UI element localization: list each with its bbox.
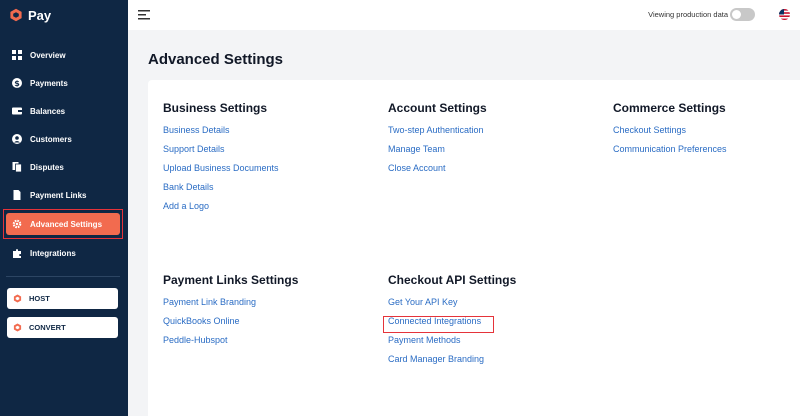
link-two-step-authentication[interactable]: Two-step Authentication bbox=[388, 125, 487, 144]
puzzle-icon bbox=[13, 249, 21, 258]
link-checkout-settings[interactable]: Checkout Settings bbox=[613, 125, 727, 144]
sidebar-item-label: Integrations bbox=[30, 248, 76, 258]
sidebar-item-payment-links[interactable]: Payment Links bbox=[6, 184, 120, 206]
link-bank-details[interactable]: Bank Details bbox=[163, 182, 279, 201]
link-card-manager-branding[interactable]: Card Manager Branding bbox=[388, 354, 516, 373]
hexagon-icon bbox=[13, 323, 22, 332]
section-account-settings: Account Settings Two-step Authentication… bbox=[388, 101, 487, 182]
app-logo[interactable]: Pay bbox=[9, 6, 51, 24]
logo-text: Pay bbox=[28, 7, 52, 23]
page-title: Advanced Settings bbox=[148, 51, 284, 68]
link-payment-methods[interactable]: Payment Methods bbox=[388, 335, 516, 354]
sidebar: Pay Overview $ Payments Balances Custome… bbox=[0, 0, 128, 416]
link-support-details[interactable]: Support Details bbox=[163, 144, 279, 163]
advanced-settings-highlight bbox=[3, 209, 123, 239]
hamburger-menu-icon[interactable] bbox=[138, 9, 150, 21]
link-communication-preferences[interactable]: Communication Preferences bbox=[613, 144, 727, 163]
sidebar-item-overview[interactable]: Overview bbox=[6, 44, 120, 66]
dollar-icon: $ bbox=[12, 78, 22, 88]
document-icon bbox=[13, 190, 21, 200]
sidebar-item-label: Overview bbox=[30, 50, 66, 60]
sidebar-item-label: Payments bbox=[30, 78, 68, 88]
svg-text:$: $ bbox=[14, 79, 20, 88]
sidebar-item-label: Balances bbox=[30, 106, 66, 116]
user-icon bbox=[12, 134, 22, 144]
section-title: Account Settings bbox=[388, 101, 487, 115]
link-payment-link-branding[interactable]: Payment Link Branding bbox=[163, 297, 298, 316]
sidebar-item-balances[interactable]: Balances bbox=[6, 100, 120, 122]
sidebar-item-label: Payment Links bbox=[30, 190, 87, 200]
top-bar: Viewing production data bbox=[128, 0, 800, 30]
section-title: Checkout API Settings bbox=[388, 273, 517, 287]
sidebar-item-customers[interactable]: Customers bbox=[6, 128, 120, 150]
sidebar-item-integrations[interactable]: Integrations bbox=[6, 242, 120, 264]
wallet-icon bbox=[12, 107, 22, 115]
production-data-toggle[interactable] bbox=[730, 8, 755, 21]
connected-integrations-highlight bbox=[383, 316, 494, 333]
documents-icon bbox=[12, 162, 22, 172]
sidebar-divider bbox=[6, 276, 120, 277]
section-title: Business Settings bbox=[163, 101, 268, 115]
sidebar-item-disputes[interactable]: Disputes bbox=[6, 156, 120, 178]
app-button-host[interactable]: HOST bbox=[7, 288, 118, 309]
app-button-label: HOST bbox=[29, 294, 50, 303]
app-button-convert[interactable]: CONVERT bbox=[7, 317, 118, 338]
link-peddle-hubspot[interactable]: Peddle-Hubspot bbox=[163, 335, 298, 354]
sidebar-item-payments[interactable]: $ Payments bbox=[6, 72, 120, 94]
us-flag-icon[interactable] bbox=[779, 9, 790, 20]
production-data-label: Viewing production data bbox=[648, 10, 728, 19]
app-button-label: CONVERT bbox=[29, 323, 66, 332]
link-get-your-api-key[interactable]: Get Your API Key bbox=[388, 297, 516, 316]
sidebar-item-label: Disputes bbox=[30, 162, 64, 172]
link-close-account[interactable]: Close Account bbox=[388, 163, 487, 182]
link-manage-team[interactable]: Manage Team bbox=[388, 144, 487, 163]
hexagon-logo-icon bbox=[10, 8, 22, 22]
section-title: Payment Links Settings bbox=[163, 273, 299, 287]
sidebar-item-label: Customers bbox=[30, 134, 72, 144]
link-business-details[interactable]: Business Details bbox=[163, 125, 279, 144]
section-business-settings: Business Settings Business Details Suppo… bbox=[163, 101, 279, 220]
grid-icon bbox=[12, 50, 22, 60]
section-payment-links-settings: Payment Links Settings Payment Link Bran… bbox=[163, 273, 298, 354]
link-upload-business-documents[interactable]: Upload Business Documents bbox=[163, 163, 279, 182]
section-commerce-settings: Commerce Settings Checkout Settings Comm… bbox=[613, 101, 727, 163]
hexagon-icon bbox=[13, 294, 22, 303]
link-quickbooks-online[interactable]: QuickBooks Online bbox=[163, 316, 298, 335]
link-add-a-logo[interactable]: Add a Logo bbox=[163, 201, 279, 220]
section-title: Commerce Settings bbox=[613, 101, 726, 115]
